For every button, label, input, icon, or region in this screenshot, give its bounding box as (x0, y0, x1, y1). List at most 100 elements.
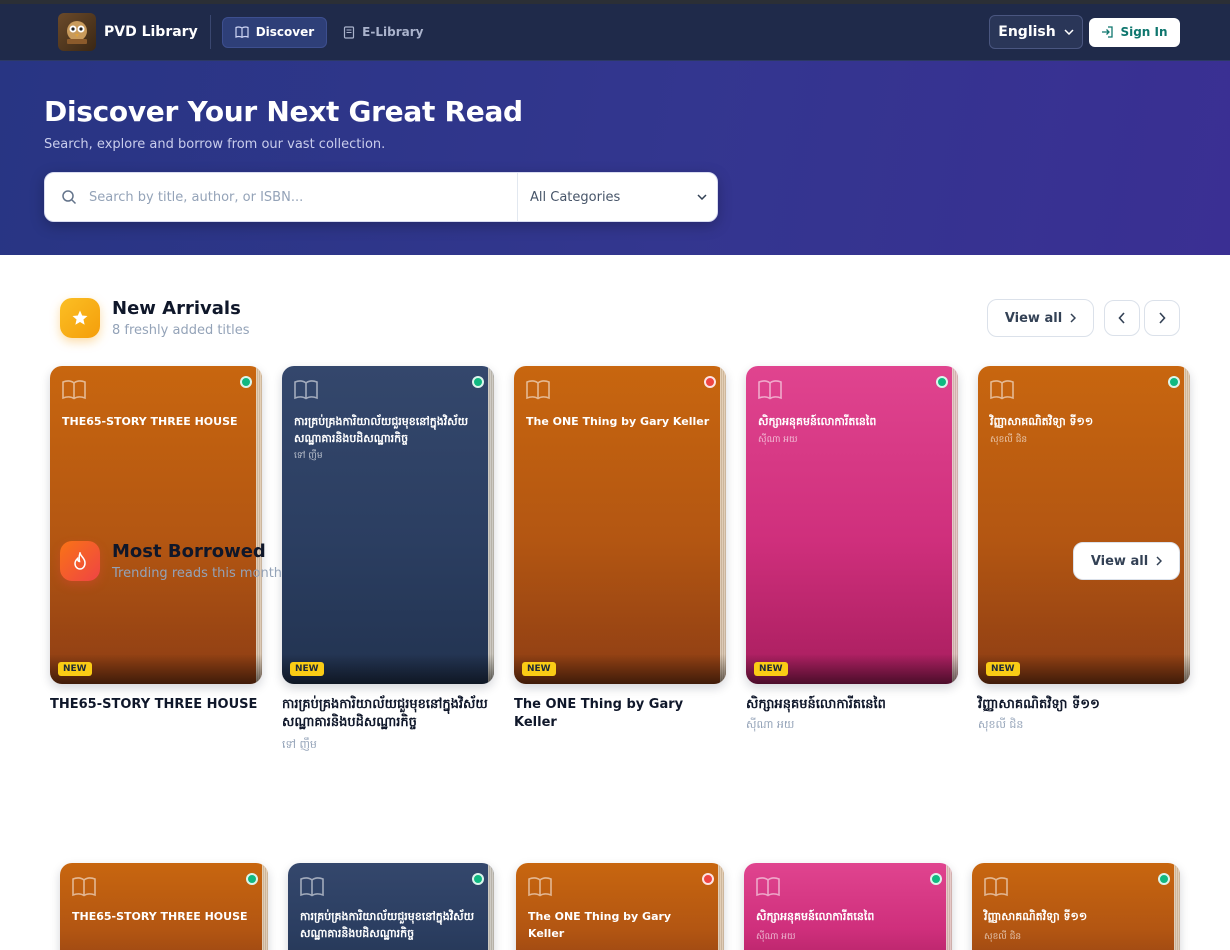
new-badge: NEW (58, 662, 92, 676)
hero-subtitle: Search, explore and borrow from our vast… (44, 137, 386, 152)
tab-discover-label: Discover (255, 25, 315, 39)
card-title: THE65-STORY THREE HOUSE (72, 910, 248, 923)
availability-dot (246, 873, 258, 885)
flame-icon (74, 552, 86, 570)
card-title: ការគ្រប់គ្រងការិយាល័យជួរមុខនៅក្នុងវិស័យស… (294, 415, 469, 445)
chevron-right-icon (1070, 313, 1077, 323)
open-book-icon (990, 380, 1014, 400)
book-card[interactable]: The ONE Thing by Gary Keller (516, 863, 724, 950)
book-author: ទៅ ញឹម (282, 738, 317, 751)
availability-dot (930, 873, 942, 885)
new-badge: NEW (754, 662, 788, 676)
card-title: The ONE Thing by Gary Keller (526, 415, 710, 428)
sign-in-icon (1102, 26, 1114, 38)
hero-title: Discover Your Next Great Read (44, 95, 523, 128)
open-book-icon (526, 380, 550, 400)
book-card[interactable]: ការគ្រប់គ្រងការិយាល័យជួរមុខនៅក្នុងវិស័យស… (288, 863, 494, 950)
book-title[interactable]: ការគ្រប់គ្រងការិយាល័យជួរមុខនៅក្នុងវិស័យស… (282, 696, 488, 732)
book-author: ស៊ីណា អយ (746, 718, 795, 731)
scroll-right-button[interactable] (1144, 300, 1180, 336)
availability-dot (472, 376, 484, 388)
search-bar: All Categories (44, 172, 718, 222)
chevron-down-icon (697, 194, 707, 200)
book-title[interactable]: សិក្សាអនុគមន៍លោការីតនេពៃ (746, 696, 958, 714)
open-book-icon (528, 877, 552, 897)
book-title[interactable]: THE65-STORY THREE HOUSE (50, 696, 262, 714)
sign-in-button[interactable]: Sign In (1089, 17, 1180, 47)
card-author: ទៅ ញឹម (294, 451, 323, 461)
availability-dot (1168, 376, 1180, 388)
owl-logo-icon (67, 21, 87, 44)
book-card[interactable]: The ONE Thing by Gary Keller NEW (514, 366, 726, 684)
book-card[interactable]: វិញ្ញាសាគណិតវិទ្យា ទី១១ សុខលី ជិន NEW (978, 366, 1190, 684)
open-book-icon (294, 380, 318, 400)
availability-dot (1158, 873, 1170, 885)
flame-badge (60, 541, 100, 581)
book-card[interactable]: សិក្សាអនុគមន៍លោការីតនេពៃ ស៊ីណា អយ NEW (746, 366, 958, 684)
card-author: សុខលី ជិន (990, 435, 1028, 445)
open-book-icon (984, 877, 1008, 897)
brand-name[interactable]: PVD Library (104, 24, 198, 40)
card-title: សិក្សាអនុគមន៍លោការីតនេពៃ (756, 910, 875, 923)
language-select[interactable]: English (989, 15, 1083, 49)
new-arrivals-header: New Arrivals 8 freshly added titles (60, 298, 250, 338)
card-title: THE65-STORY THREE HOUSE (62, 415, 238, 428)
book-card[interactable]: វិញ្ញាសាគណិតវិទ្យា ទី១១ សុខលី ជិន (972, 863, 1180, 950)
book-card[interactable]: សិក្សាអនុគមន៍លោការីតនេពៃ ស៊ីណា អយ (744, 863, 952, 950)
scroll-left-button[interactable] (1104, 300, 1140, 336)
search-field[interactable] (45, 173, 517, 221)
card-author: ស៊ីណា អយ (756, 932, 796, 942)
view-all-label: View all (1090, 553, 1149, 569)
category-selected-label: All Categories (530, 189, 621, 205)
open-book-icon (756, 877, 780, 897)
card-title: វិញ្ញាសាគណិតវិទ្យា ទី១១ (984, 910, 1088, 923)
availability-dot (472, 873, 484, 885)
card-title: The ONE Thing by Gary Keller (528, 910, 672, 940)
book-card[interactable]: THE65-STORY THREE HOUSE NEW (50, 366, 262, 684)
tab-e-library-label: E-Library (362, 25, 424, 39)
book-title[interactable]: វិញ្ញាសាគណិតវិទ្យា ទី១១ (978, 696, 1190, 714)
tab-discover[interactable]: Discover (221, 16, 328, 48)
availability-dot (936, 376, 948, 388)
tab-e-library[interactable]: E-Library (331, 17, 435, 48)
card-title: សិក្សាអនុគមន៍លោការីតនេពៃ (758, 415, 877, 428)
book-spine (256, 366, 262, 684)
section-subtitle: 8 freshly added titles (112, 323, 250, 338)
chevron-right-icon (1159, 312, 1166, 324)
sign-in-label: Sign In (1120, 25, 1168, 39)
book-title[interactable]: The ONE Thing by Gary Keller (514, 696, 726, 732)
chevron-down-icon (1064, 29, 1074, 35)
new-badge: NEW (290, 662, 324, 676)
new-badge: NEW (986, 662, 1020, 676)
book-author: សុខលី ជិន (978, 718, 1024, 731)
book-card[interactable]: THE65-STORY THREE HOUSE (60, 863, 268, 950)
view-all-label: View all (1004, 310, 1063, 326)
view-all-button[interactable]: View all (1073, 542, 1180, 580)
book-card[interactable]: ការគ្រប់គ្រងការិយាល័យជួរមុខនៅក្នុងវិស័យស… (282, 366, 494, 684)
star-badge (60, 298, 100, 338)
card-author: សុខលី ជិន (984, 932, 1022, 942)
view-all-button[interactable]: View all (987, 299, 1094, 337)
book-icon (344, 25, 355, 39)
category-select[interactable]: All Categories (517, 173, 717, 221)
search-input[interactable] (89, 189, 469, 205)
star-icon (72, 310, 88, 325)
new-badge: NEW (522, 662, 556, 676)
availability-dot (704, 376, 716, 388)
chevron-right-icon (1156, 556, 1163, 566)
open-book-icon (758, 380, 782, 400)
availability-dot (702, 873, 714, 885)
section-title: New Arrivals (112, 298, 241, 319)
search-icon (62, 190, 77, 205)
most-borrowed-header: Most Borrowed Trending reads this month (60, 541, 282, 581)
library-logo[interactable] (58, 13, 96, 51)
navbar: PVD Library Discover E-Library English S… (0, 4, 1230, 61)
card-title: វិញ្ញាសាគណិតវិទ្យា ទី១១ (990, 415, 1094, 428)
nav-divider (209, 15, 211, 49)
open-book-icon (62, 380, 86, 400)
availability-dot (240, 376, 252, 388)
open-book-icon (72, 877, 96, 897)
section-title: Most Borrowed (112, 541, 266, 562)
chevron-left-icon (1118, 312, 1125, 324)
open-book-icon (235, 26, 249, 38)
